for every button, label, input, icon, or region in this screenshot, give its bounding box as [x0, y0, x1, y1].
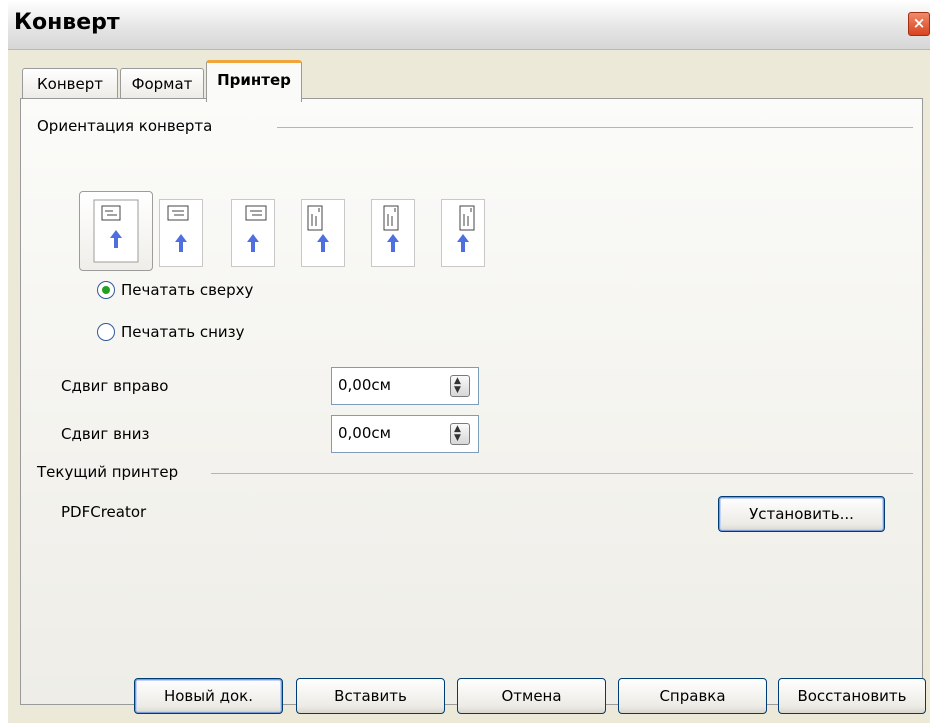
- envelope-landscape-right-icon: [167, 205, 189, 252]
- printer-name: PDFCreator: [61, 503, 147, 521]
- printer-tab-panel: Ориентация конверта Печатать сверху Печа…: [20, 98, 923, 705]
- orientation-option-2[interactable]: [159, 199, 203, 267]
- orientation-option-5[interactable]: [371, 199, 415, 267]
- radio-unselected-icon: [97, 323, 115, 341]
- orientation-option-6[interactable]: [441, 199, 485, 267]
- shift-down-label: Сдвиг вниз: [61, 425, 150, 443]
- print-top-radio[interactable]: Печатать сверху: [97, 281, 253, 299]
- orientation-divider: [277, 127, 913, 128]
- setup-printer-button[interactable]: Установить...: [718, 496, 885, 532]
- current-printer-section-title: Текущий принтер: [37, 463, 179, 481]
- dialog-body: Конверт Формат Принтер Ориентация конвер…: [8, 50, 930, 723]
- restore-button[interactable]: Восстановить: [778, 678, 926, 714]
- shift-right-spinbox[interactable]: 0,00см ▲ ▼: [331, 367, 479, 405]
- shift-down-value: 0,00см: [338, 424, 391, 442]
- tab-format[interactable]: Формат: [120, 68, 204, 99]
- new-document-button[interactable]: Новый док.: [134, 678, 283, 714]
- print-top-label: Печатать сверху: [121, 281, 254, 299]
- tab-envelope[interactable]: Конверт: [22, 68, 118, 99]
- radio-selected-icon: [97, 281, 115, 299]
- printer-divider: [211, 473, 913, 474]
- envelope-portrait-right-icon: [457, 205, 475, 252]
- orientation-section-title: Ориентация конверта: [37, 117, 213, 135]
- envelope-dialog: Конверт × Конверт Формат Принтер Ориента…: [0, 0, 930, 723]
- spin-arrows-icon[interactable]: ▲ ▼: [450, 423, 470, 445]
- envelope-landscape-icon: [93, 199, 139, 263]
- envelope-landscape-center-icon: [245, 205, 267, 252]
- close-icon[interactable]: ×: [908, 12, 930, 36]
- shift-right-value: 0,00см: [338, 376, 391, 394]
- envelope-portrait-center-icon: [383, 205, 399, 252]
- tab-printer[interactable]: Принтер: [206, 60, 302, 102]
- orientation-option-4[interactable]: [301, 199, 345, 267]
- shift-down-spinbox[interactable]: 0,00см ▲ ▼: [331, 415, 479, 453]
- envelope-portrait-left-icon: [307, 205, 329, 252]
- orientation-option-3[interactable]: [231, 199, 275, 267]
- help-button[interactable]: Справка: [618, 678, 767, 714]
- dialog-title: Конверт: [14, 10, 120, 35]
- insert-button[interactable]: Вставить: [296, 678, 445, 714]
- spin-arrows-icon[interactable]: ▲ ▼: [450, 375, 470, 397]
- orientation-option-1-selected[interactable]: [79, 191, 153, 271]
- print-bottom-label: Печатать снизу: [121, 323, 245, 341]
- print-bottom-radio[interactable]: Печатать снизу: [97, 323, 245, 341]
- title-bar: Конверт ×: [8, 0, 930, 50]
- cancel-button[interactable]: Отмена: [457, 678, 606, 714]
- shift-right-label: Сдвиг вправо: [61, 377, 169, 395]
